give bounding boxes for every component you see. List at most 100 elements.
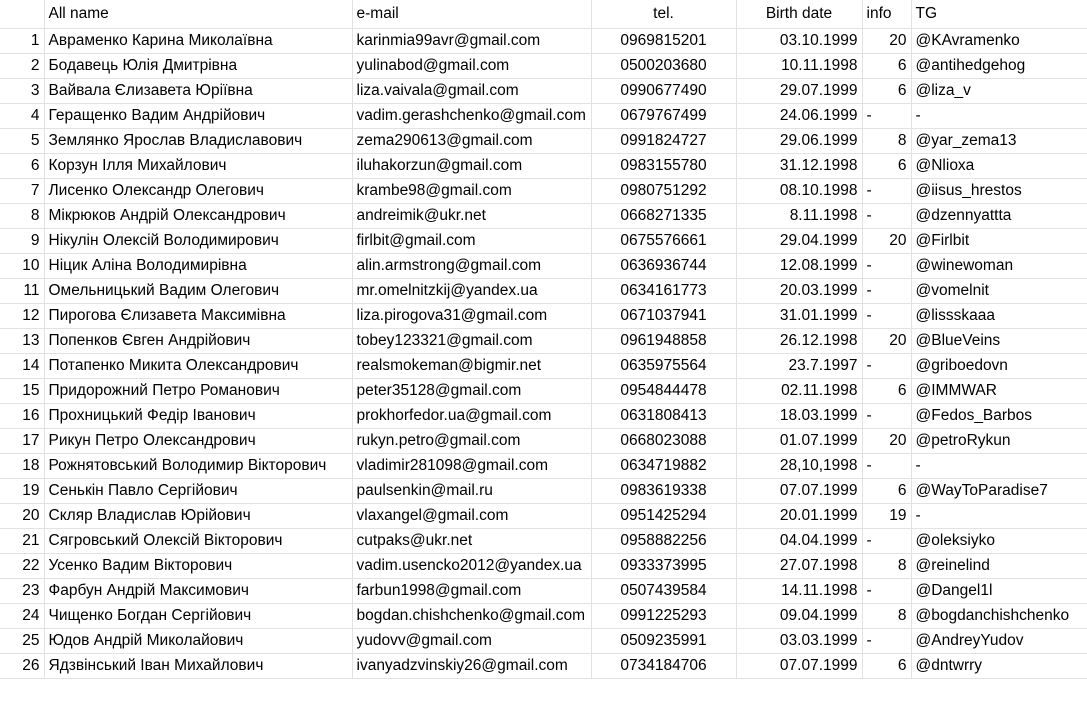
tel-cell[interactable]: 0990677490 <box>591 78 737 104</box>
name-cell[interactable]: Ніцик Аліна Володимирівна <box>44 253 353 279</box>
row-number-cell[interactable]: 4 <box>0 103 45 129</box>
tg-cell[interactable]: @antihedgehog <box>911 53 1087 79</box>
name-cell[interactable]: Фарбун Андрій Максимович <box>44 578 353 604</box>
header-tel[interactable]: tel. <box>591 0 737 29</box>
birth-date-cell[interactable]: 23.7.1997 <box>736 353 863 379</box>
info-cell[interactable]: 6 <box>862 478 912 504</box>
name-cell[interactable]: Рикун Петро Олександрович <box>44 428 353 454</box>
birth-date-cell[interactable]: 28,10,1998 <box>736 453 863 479</box>
name-cell[interactable]: Сягровський Олексій Вікторович <box>44 528 353 554</box>
email-cell[interactable]: bogdan.chishchenko@gmail.com <box>352 603 592 629</box>
birth-date-cell[interactable]: 08.10.1998 <box>736 178 863 204</box>
row-number-cell[interactable]: 13 <box>0 328 45 354</box>
name-cell[interactable]: Землянко Ярослав Владиславович <box>44 128 353 154</box>
tel-cell[interactable]: 0668023088 <box>591 428 737 454</box>
info-cell[interactable]: 20 <box>862 28 912 54</box>
tg-cell[interactable]: @Firlbit <box>911 228 1087 254</box>
info-cell[interactable]: 20 <box>862 328 912 354</box>
row-number-cell[interactable]: 3 <box>0 78 45 104</box>
tg-cell[interactable]: - <box>911 103 1087 129</box>
row-number-cell[interactable]: 11 <box>0 278 45 304</box>
tg-cell[interactable]: @Nlioxa <box>911 153 1087 179</box>
email-cell[interactable]: cutpaks@ukr.net <box>352 528 592 554</box>
row-number-cell[interactable]: 19 <box>0 478 45 504</box>
tg-cell[interactable]: @liza_v <box>911 78 1087 104</box>
row-number-cell[interactable]: 18 <box>0 453 45 479</box>
tel-cell[interactable]: 0509235991 <box>591 628 737 654</box>
info-cell[interactable]: - <box>862 403 912 429</box>
birth-date-cell[interactable]: 03.10.1999 <box>736 28 863 54</box>
tel-cell[interactable]: 0634719882 <box>591 453 737 479</box>
name-cell[interactable]: Скляр Владислав Юрійович <box>44 503 353 529</box>
row-number-cell[interactable]: 6 <box>0 153 45 179</box>
email-cell[interactable]: prokhorfedor.ua@gmail.com <box>352 403 592 429</box>
name-cell[interactable]: Юдов Андрій Миколайович <box>44 628 353 654</box>
birth-date-cell[interactable]: 27.07.1998 <box>736 553 863 579</box>
info-cell[interactable]: 8 <box>862 553 912 579</box>
name-cell[interactable]: Прохницький Федір Іванович <box>44 403 353 429</box>
birth-date-cell[interactable]: 07.07.1999 <box>736 478 863 504</box>
info-cell[interactable]: - <box>862 303 912 329</box>
tel-cell[interactable]: 0500203680 <box>591 53 737 79</box>
email-cell[interactable]: alin.armstrong@gmail.com <box>352 253 592 279</box>
info-cell[interactable]: - <box>862 353 912 379</box>
birth-date-cell[interactable]: 20.01.1999 <box>736 503 863 529</box>
name-cell[interactable]: Ядзвінський Іван Михайлович <box>44 653 353 679</box>
email-cell[interactable]: mr.omelnitzkij@yandex.ua <box>352 278 592 304</box>
tg-cell[interactable]: @dntwrry <box>911 653 1087 679</box>
birth-date-cell[interactable]: 04.04.1999 <box>736 528 863 554</box>
name-cell[interactable]: Пирогова Єлизавета Максимівна <box>44 303 353 329</box>
name-cell[interactable]: Корзун Ілля Михайлович <box>44 153 353 179</box>
info-cell[interactable]: 6 <box>862 378 912 404</box>
row-number-cell[interactable]: 24 <box>0 603 45 629</box>
tg-cell[interactable]: @griboedovn <box>911 353 1087 379</box>
birth-date-cell[interactable]: 31.12.1998 <box>736 153 863 179</box>
email-cell[interactable]: tobey123321@gmail.com <box>352 328 592 354</box>
email-cell[interactable]: paulsenkin@mail.ru <box>352 478 592 504</box>
info-cell[interactable]: 20 <box>862 428 912 454</box>
info-cell[interactable]: 6 <box>862 653 912 679</box>
header-tg[interactable]: TG <box>911 0 1087 29</box>
info-cell[interactable]: 8 <box>862 128 912 154</box>
birth-date-cell[interactable]: 12.08.1999 <box>736 253 863 279</box>
header-birth[interactable]: Birth date <box>736 0 863 29</box>
email-cell[interactable]: krambe98@gmail.com <box>352 178 592 204</box>
row-number-cell[interactable]: 10 <box>0 253 45 279</box>
name-cell[interactable]: Омельницький Вадим Олегович <box>44 278 353 304</box>
tg-cell[interactable]: @IMMWAR <box>911 378 1087 404</box>
info-cell[interactable]: - <box>862 103 912 129</box>
tg-cell[interactable]: @petroRykun <box>911 428 1087 454</box>
header-info[interactable]: info <box>862 0 912 29</box>
tel-cell[interactable]: 0969815201 <box>591 28 737 54</box>
tel-cell[interactable]: 0983619338 <box>591 478 737 504</box>
birth-date-cell[interactable]: 01.07.1999 <box>736 428 863 454</box>
tg-cell[interactable]: @Fedos_Barbos <box>911 403 1087 429</box>
tel-cell[interactable]: 0631808413 <box>591 403 737 429</box>
email-cell[interactable]: rukyn.petro@gmail.com <box>352 428 592 454</box>
tel-cell[interactable]: 0933373995 <box>591 553 737 579</box>
name-cell[interactable]: Вайвала Єлизавета Юріївна <box>44 78 353 104</box>
tg-cell[interactable]: @BlueVeins <box>911 328 1087 354</box>
tg-cell[interactable]: - <box>911 503 1087 529</box>
tg-cell[interactable]: @oleksiyko <box>911 528 1087 554</box>
info-cell[interactable]: - <box>862 203 912 229</box>
info-cell[interactable]: 19 <box>862 503 912 529</box>
name-cell[interactable]: Нікулін Олексій Володимирович <box>44 228 353 254</box>
tel-cell[interactable]: 0668271335 <box>591 203 737 229</box>
info-cell[interactable]: - <box>862 278 912 304</box>
tel-cell[interactable]: 0634161773 <box>591 278 737 304</box>
row-number-cell[interactable]: 12 <box>0 303 45 329</box>
info-cell[interactable]: 8 <box>862 603 912 629</box>
birth-date-cell[interactable]: 10.11.1998 <box>736 53 863 79</box>
tel-cell[interactable]: 0671037941 <box>591 303 737 329</box>
row-number-cell[interactable]: 22 <box>0 553 45 579</box>
email-cell[interactable]: andreimik@ukr.net <box>352 203 592 229</box>
name-cell[interactable]: Сенькін Павло Сергійович <box>44 478 353 504</box>
row-number-cell[interactable]: 16 <box>0 403 45 429</box>
birth-date-cell[interactable]: 29.04.1999 <box>736 228 863 254</box>
birth-date-cell[interactable]: 24.06.1999 <box>736 103 863 129</box>
email-cell[interactable]: liza.pirogova31@gmail.com <box>352 303 592 329</box>
email-cell[interactable]: yulinabod@gmail.com <box>352 53 592 79</box>
email-cell[interactable]: farbun1998@gmail.com <box>352 578 592 604</box>
email-cell[interactable]: vadim.gerashchenko@gmail.com <box>352 103 592 129</box>
